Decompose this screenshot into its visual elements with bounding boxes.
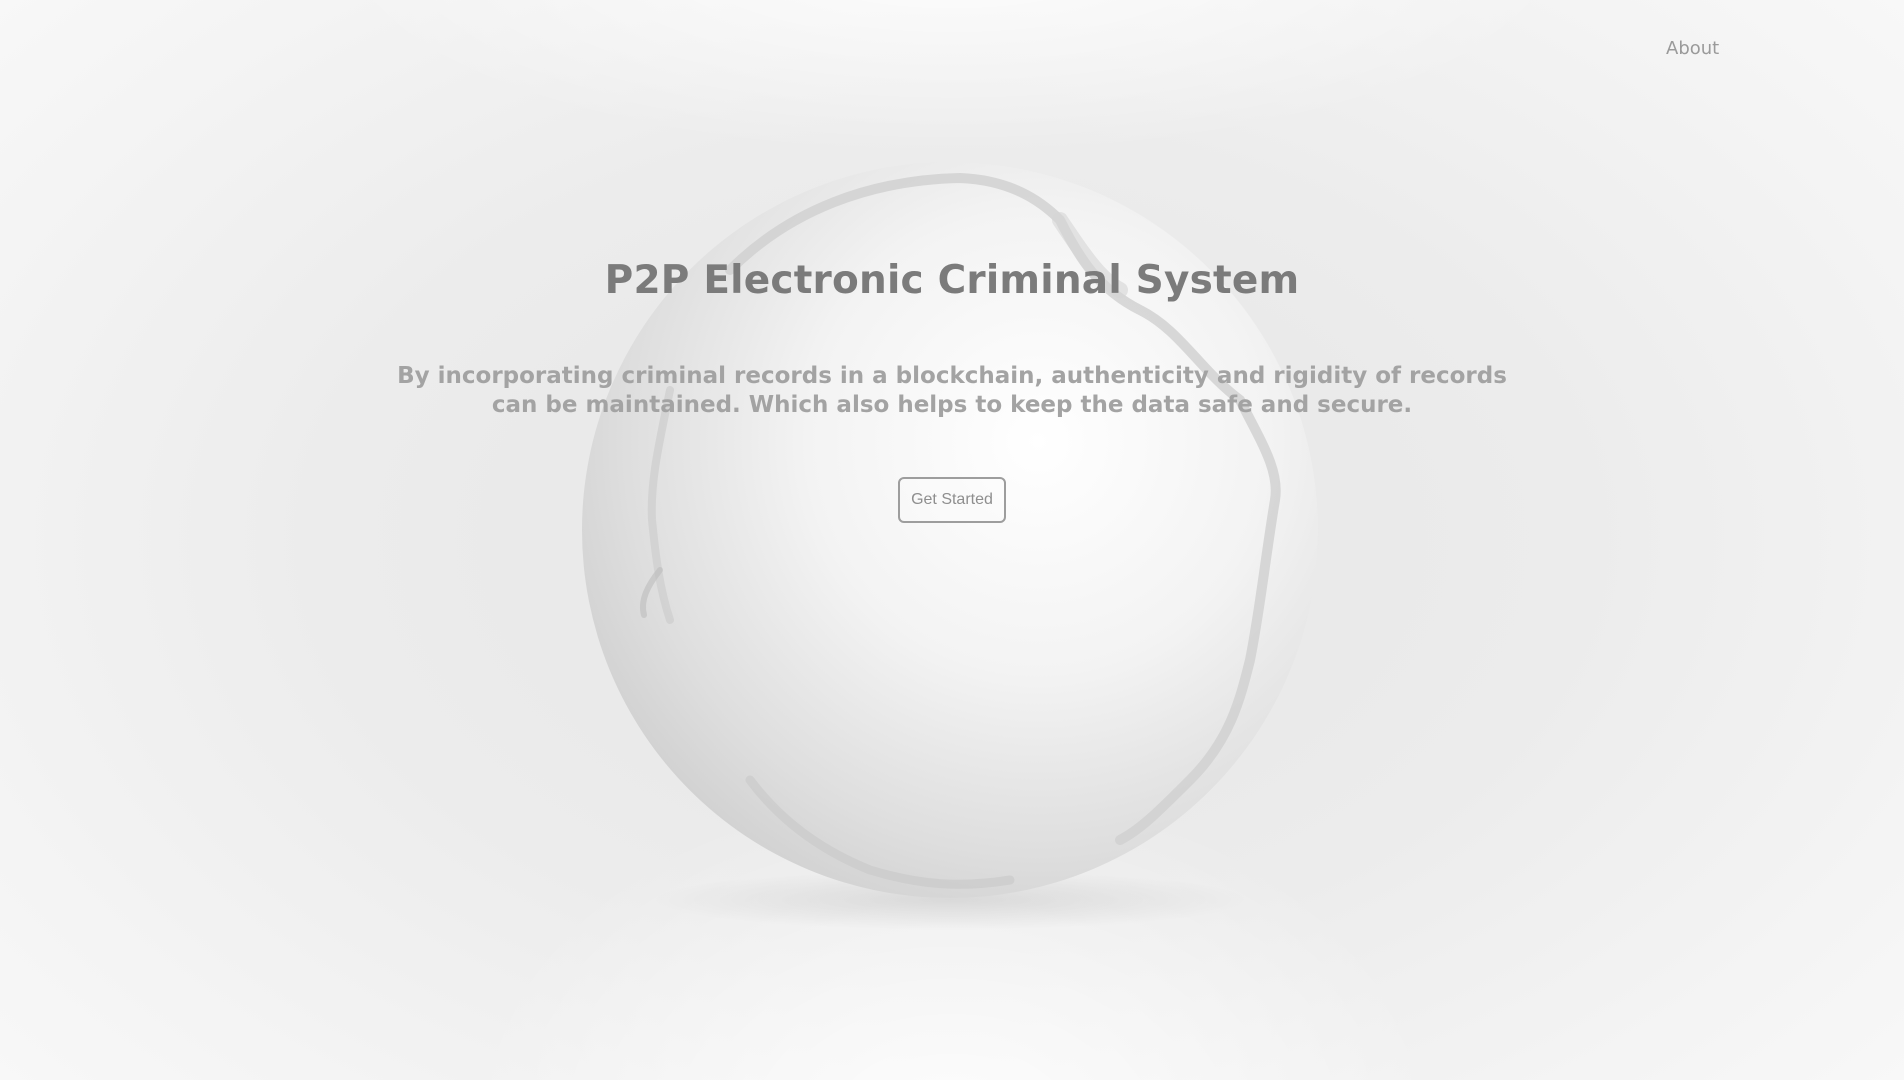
- hero-description: By incorporating criminal records in a b…: [0, 362, 1904, 420]
- hero-description-line-2: can be maintained. Which also helps to k…: [491, 392, 1413, 418]
- get-started-button[interactable]: Get Started: [898, 477, 1006, 523]
- page-title: P2P Electronic Criminal System: [604, 258, 1300, 303]
- hero-description-line-1: By incorporating criminal records in a b…: [397, 363, 1507, 389]
- nav-about-link[interactable]: About: [1666, 38, 1719, 59]
- cta-container: Get Started: [0, 477, 1904, 523]
